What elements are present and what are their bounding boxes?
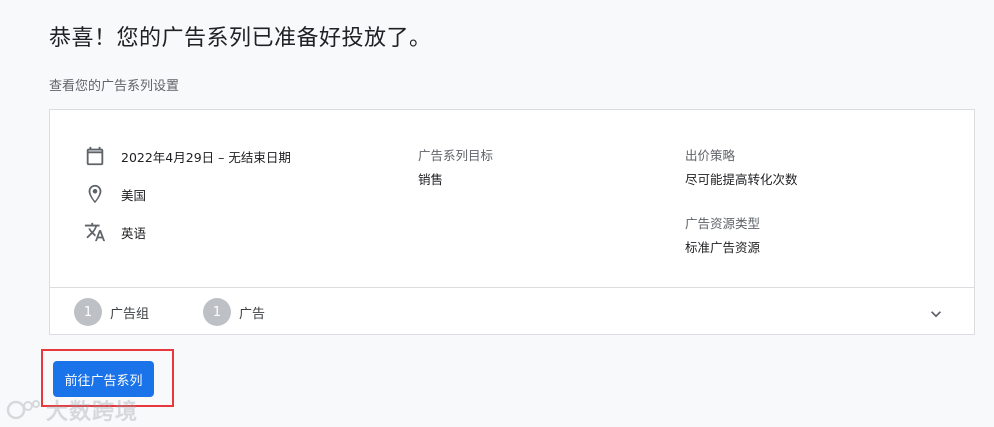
ads-label: 广告 [239,306,266,322]
card-divider [50,287,974,288]
page-title: 恭喜！您的广告系列已准备好投放了。 [49,26,432,51]
page-subtitle: 查看您的广告系列设置 [49,79,180,94]
bidding-label: 出价策略 [685,148,736,163]
bidding-value: 尽可能提高转化次数 [685,172,798,187]
goal-value: 销售 [418,172,444,187]
ad-groups-count-badge: 1 [74,298,102,326]
goal-label: 广告系列目标 [418,148,494,163]
ad-groups-count: 1 广告组 [74,298,149,326]
watermark: 大数跨境 [6,394,138,426]
chevron-down-icon[interactable] [924,302,948,326]
location-row: 美国 [83,182,146,206]
language-text: 英语 [121,225,147,241]
campaign-summary-card: 2022年4月29日 – 无结束日期 美国 英语 广告系列目标 销售 出价策略 … [49,109,975,335]
asset-type-value: 标准广告资源 [685,240,761,255]
ads-count-badge: 1 [203,298,231,326]
translate-icon [83,220,107,244]
calendar-icon [83,144,107,168]
ad-groups-label: 广告组 [110,306,150,322]
location-pin-icon [83,182,107,206]
location-text: 美国 [121,187,147,203]
schedule-row: 2022年4月29日 – 无结束日期 [83,144,291,168]
schedule-text: 2022年4月29日 – 无结束日期 [121,149,291,165]
asset-type-label: 广告资源类型 [685,216,761,231]
go-to-campaign-button[interactable]: 前往广告系列 [53,361,154,397]
ads-count: 1 广告 [203,298,265,326]
watermark-logo-icon [6,400,40,420]
watermark-text: 大数跨境 [46,400,139,425]
language-row: 英语 [83,220,146,244]
